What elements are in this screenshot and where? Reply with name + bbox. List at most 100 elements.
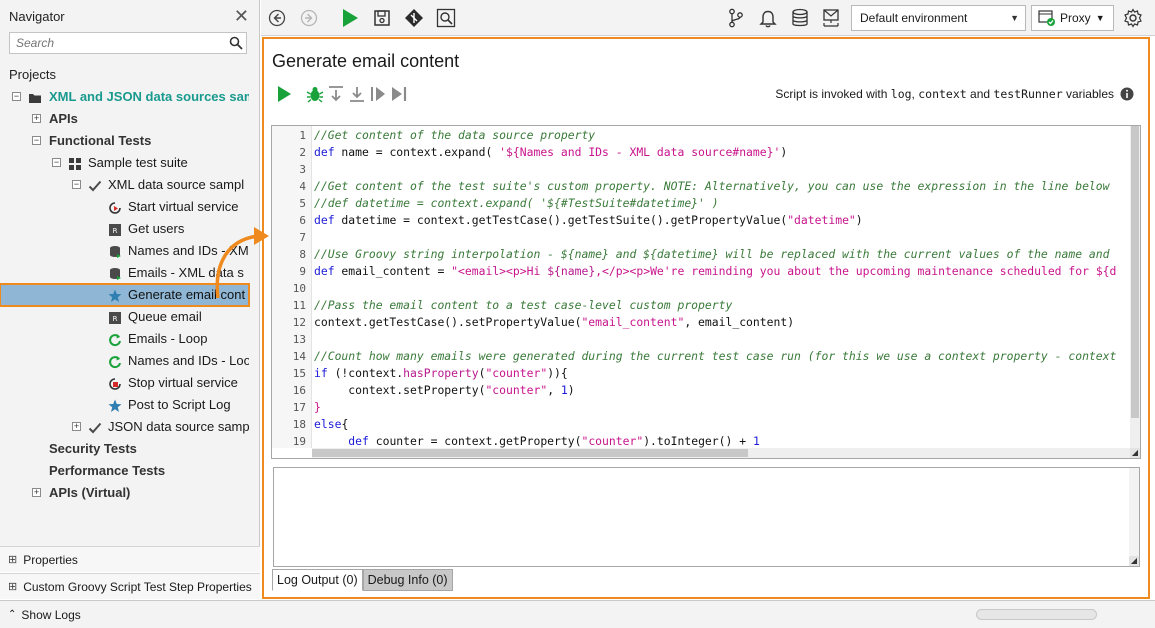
tree-item-label: XML data source sampl — [108, 177, 245, 192]
search-window-icon — [436, 8, 456, 28]
datasource-icon — [108, 266, 122, 280]
vertical-scrollbar[interactable] — [1129, 468, 1139, 556]
run-button[interactable] — [339, 7, 361, 29]
tab-debug-info[interactable]: Debug Info (0) — [362, 569, 453, 591]
code-token: if — [314, 366, 328, 380]
tree-item[interactable]: + JSON data source samp — [0, 416, 249, 438]
expand-icon[interactable]: + — [72, 422, 81, 431]
run-to-end-button[interactable] — [389, 83, 409, 105]
save-button[interactable] — [371, 7, 393, 29]
mail-network-button[interactable] — [820, 7, 842, 29]
search-input[interactable] — [10, 33, 226, 53]
test-suite-icon — [68, 156, 82, 170]
code-line: //def datetime = context.expand( '${#Tes… — [314, 195, 719, 212]
scrollbar-thumb[interactable] — [312, 449, 748, 457]
collapse-icon[interactable]: − — [32, 136, 41, 145]
line-number: 16 — [292, 384, 306, 397]
tree-item[interactable]: − Functional Tests — [0, 130, 249, 152]
tree-item[interactable]: Security Tests — [0, 438, 249, 460]
run-script-button[interactable] — [274, 83, 294, 105]
custom-props-label: Custom Groovy Script Test Step Propertie… — [23, 579, 252, 594]
notifications-button[interactable] — [757, 7, 779, 29]
line-number: 7 — [299, 231, 306, 244]
branch-button[interactable] — [725, 7, 747, 29]
tree-item-label: APIs (Virtual) — [49, 485, 131, 500]
code-editor[interactable]: 1 2 3 4 5 6 7 8 9 10 11 12 13 14 15 16 17 18 19 //Get cont… — [271, 125, 1141, 459]
code-token: def — [348, 434, 369, 448]
database-button[interactable] — [789, 7, 811, 29]
tree-item[interactable]: Performance Tests — [0, 460, 249, 482]
tree-item[interactable]: − XML and JSON data sources sam — [0, 86, 249, 108]
expand-icon[interactable]: + — [32, 488, 41, 497]
tab-log-output[interactable]: Log Output (0) — [272, 569, 363, 591]
gear-icon — [1124, 8, 1142, 28]
callout-arrow-icon — [215, 227, 269, 299]
properties-panel-toggle[interactable]: ⊞ Properties — [0, 546, 260, 572]
custom-props-panel-toggle[interactable]: ⊞ Custom Groovy Script Test Step Propert… — [0, 573, 260, 599]
code-token: datetime = context.getTestCase().getTest… — [334, 213, 788, 227]
page-title: Generate email content — [272, 51, 460, 71]
tree-item[interactable]: R Queue email — [0, 306, 249, 328]
collapse-icon[interactable]: − — [72, 180, 81, 189]
info-icon[interactable] — [1120, 87, 1134, 101]
close-icon[interactable]: ✕ — [234, 6, 249, 27]
collapse-icon[interactable]: − — [12, 92, 21, 101]
tree-item[interactable]: Start virtual service — [0, 196, 249, 218]
horizontal-scrollbar[interactable] — [312, 448, 1132, 458]
forward-button[interactable] — [298, 7, 320, 29]
code-line: //Pass the email content to a test case-… — [314, 297, 732, 314]
status-bar: ⌃ Show Logs — [0, 600, 1155, 628]
code-token: //Use Groovy string interpolation - ${na… — [314, 247, 1110, 261]
proxy-button[interactable]: Proxy ▼ — [1031, 5, 1114, 31]
expand-icon[interactable]: + — [32, 114, 41, 123]
resume-button[interactable] — [368, 83, 388, 105]
scrollbar-thumb[interactable] — [1131, 126, 1139, 418]
status-scrollbar[interactable] — [976, 609, 1097, 620]
back-button[interactable] — [266, 7, 288, 29]
search-icon[interactable] — [226, 33, 246, 53]
invoke-text: variables — [1062, 87, 1114, 101]
svg-text:R: R — [113, 315, 118, 323]
environment-select[interactable]: Default environment ▼ — [851, 5, 1026, 31]
line-number: 11 — [292, 299, 306, 312]
chevron-up-icon: ⌃ — [8, 609, 17, 620]
tree-item[interactable]: Post to Script Log — [0, 394, 249, 416]
tree-item[interactable]: + APIs (Virtual) — [0, 482, 249, 504]
tree-item-label: Post to Script Log — [128, 397, 231, 412]
collapse-icon[interactable]: − — [52, 158, 61, 167]
code-line: //Count how many emails were generated d… — [314, 348, 1116, 365]
skip-end-icon — [392, 87, 407, 101]
code-token: //def datetime = context.expand( '${#Tes… — [314, 196, 719, 210]
vertical-scrollbar[interactable] — [1130, 126, 1140, 448]
resize-corner-icon[interactable]: ◢ — [1129, 556, 1139, 566]
log-output-area[interactable]: ◢ — [273, 467, 1140, 567]
tree-item[interactable]: Emails - Loop — [0, 328, 249, 350]
main-toolbar: Default environment ▼ Proxy ▼ — [261, 0, 1155, 36]
tree-item-label: Emails - Loop — [128, 331, 208, 346]
debug-button[interactable] — [305, 83, 325, 105]
code-token: else — [314, 417, 342, 431]
resume-icon — [371, 87, 385, 101]
folder-icon — [28, 90, 42, 104]
tree-item[interactable]: − XML data source sampl — [0, 174, 249, 196]
settings-button[interactable] — [1122, 7, 1144, 29]
code-token: ) — [855, 213, 863, 227]
invoke-text: and — [966, 87, 994, 101]
tree-item[interactable]: + APIs — [0, 108, 249, 130]
code-lines[interactable]: //Get content of the data source propert… — [314, 126, 1130, 448]
line-number: 15 — [292, 367, 306, 380]
step-into-button[interactable] — [347, 83, 367, 105]
git-button[interactable] — [403, 7, 425, 29]
tree-item[interactable]: Names and IDs - Loo — [0, 350, 249, 372]
code-token: name = context.expand( — [334, 145, 500, 159]
step-over-button[interactable] — [326, 83, 346, 105]
resize-corner-icon[interactable]: ◢ — [1130, 448, 1140, 458]
code-line: context.getTestCase().setPropertyValue("… — [314, 314, 794, 331]
save-icon — [374, 10, 390, 26]
endpoint-explorer-button[interactable] — [435, 7, 457, 29]
code-line: def name = context.expand( '${Names and … — [314, 144, 787, 161]
tree-item[interactable]: − Sample test suite — [0, 152, 249, 174]
start-virt-icon — [108, 200, 122, 214]
show-logs-button[interactable]: ⌃ Show Logs — [0, 608, 81, 622]
tree-item[interactable]: Stop virtual service — [0, 372, 249, 394]
